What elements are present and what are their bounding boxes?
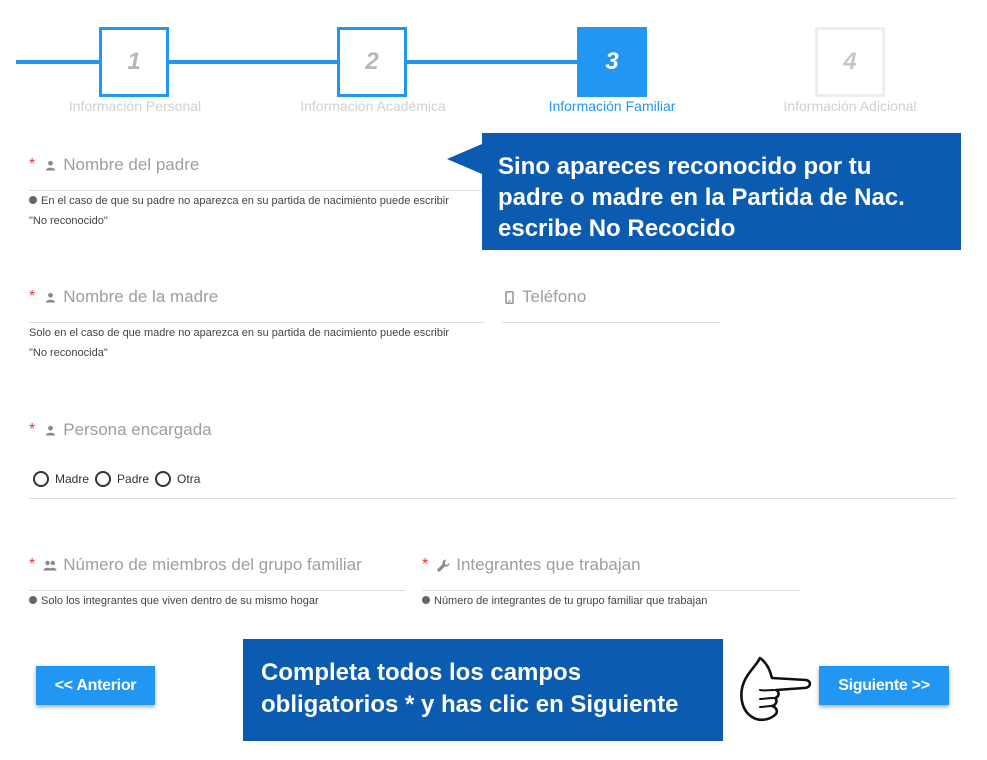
step-1-box[interactable]: 1 (99, 27, 169, 97)
step-3-box[interactable]: 3 (577, 27, 647, 97)
radio-padre[interactable]: Padre (95, 471, 149, 487)
step-1-label: Información Personal (68, 98, 202, 114)
guardian-divider (29, 498, 956, 499)
wrench-icon (436, 558, 450, 572)
group-icon (43, 558, 57, 572)
person-icon (43, 290, 57, 304)
required-mark: * (29, 288, 36, 305)
father-name-label: Nombre del padre (63, 155, 200, 174)
next-button[interactable]: Siguiente >> (819, 666, 949, 705)
guardian-field: * Persona encargada (29, 418, 529, 442)
radio-madre[interactable]: Madre (33, 471, 89, 487)
stepper-line (16, 60, 101, 64)
required-mark: * (29, 156, 36, 173)
step-3-label: Información Familiar (548, 98, 676, 114)
step-4-box[interactable]: 4 (815, 27, 885, 97)
workers-help: Número de integrantes de tu grupo famili… (422, 591, 802, 611)
father-name-help: En el caso de que su padre no aparezca e… (29, 195, 449, 227)
callout-arrow (447, 144, 482, 174)
required-mark: * (422, 556, 429, 573)
members-field[interactable]: * Número de miembros del grupo familiar (29, 553, 405, 577)
members-help: Solo los integrantes que viven dentro de… (29, 591, 409, 611)
step-4-label: Información Adicional (783, 98, 917, 114)
mother-name-label: Nombre de la madre (63, 287, 219, 306)
father-name-field[interactable]: * Nombre del padre (29, 153, 484, 177)
phone-icon (502, 290, 516, 304)
mother-name-field[interactable]: * Nombre de la madre (29, 285, 484, 309)
step-2-box[interactable]: 2 (337, 27, 407, 97)
radio-otra[interactable]: Otra (155, 471, 200, 487)
members-label: Número de miembros del grupo familiar (63, 555, 362, 574)
info-icon (422, 596, 430, 604)
workers-field[interactable]: * Integrantes que trabajan (422, 553, 800, 577)
stepper-line (407, 60, 577, 64)
required-mark: * (29, 556, 36, 573)
workers-label: Integrantes que trabajan (456, 555, 641, 574)
info-icon (29, 196, 37, 204)
radio-circle[interactable] (95, 471, 112, 487)
instructions-callout: Completa todos los campos obligatorios *… (243, 639, 723, 741)
phone-label: Teléfono (522, 287, 587, 306)
mother-name-help: Solo en el caso de que madre no aparezca… (29, 327, 450, 359)
father-hint-callout: Sino apareces reconocido por tu padre o … (482, 133, 961, 250)
pointing-hand-icon (740, 656, 812, 722)
info-icon (29, 596, 37, 604)
guardian-label: Persona encargada (63, 420, 212, 439)
required-mark: * (29, 421, 36, 438)
phone-field[interactable]: Teléfono (502, 285, 720, 309)
person-icon (43, 423, 57, 437)
previous-button[interactable]: << Anterior (36, 666, 155, 705)
person-icon (43, 158, 57, 172)
guardian-radio-group: Madre Padre Otra (33, 471, 206, 487)
radio-circle[interactable] (33, 471, 49, 487)
phone-underline (502, 322, 720, 323)
step-2-label: Información Académica (300, 98, 446, 114)
stepper-line (169, 60, 339, 64)
radio-circle[interactable] (155, 471, 172, 487)
